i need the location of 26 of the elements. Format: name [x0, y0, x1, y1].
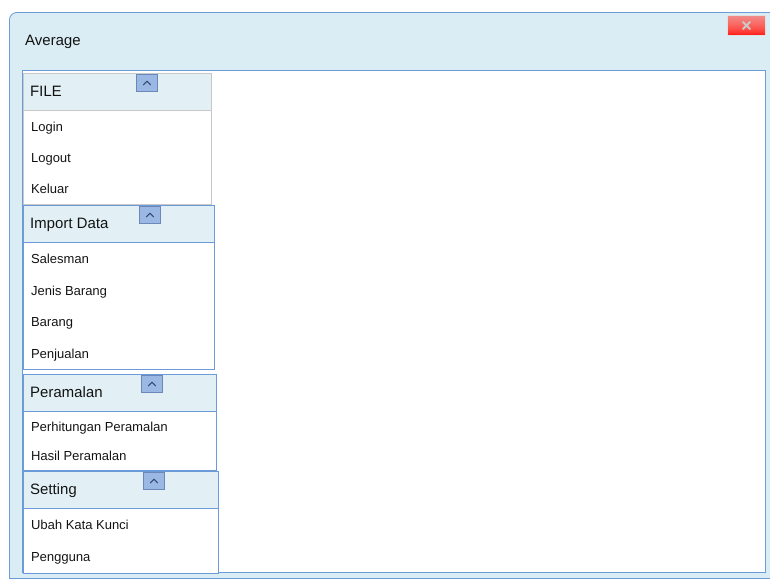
section-header[interactable]: Import Data: [24, 206, 214, 243]
menu-item[interactable]: Pengguna: [31, 547, 90, 567]
menu-item[interactable]: Login: [31, 116, 63, 136]
menu-item[interactable]: Salesman: [31, 249, 89, 268]
section-title: FILE: [30, 82, 62, 102]
close-button[interactable]: [727, 15, 766, 36]
section-header[interactable]: Peramalan: [24, 375, 216, 412]
menu-item[interactable]: Penjualan: [31, 344, 89, 363]
menu-item[interactable]: Perhitungan Peramalan: [31, 416, 168, 436]
collapse-button[interactable]: [136, 74, 158, 92]
collapse-button[interactable]: [143, 472, 165, 490]
menu-item[interactable]: Keluar: [31, 178, 69, 198]
menu-item[interactable]: Barang: [31, 312, 73, 332]
section-title: Setting: [30, 480, 77, 500]
menu-item[interactable]: Jenis Barang: [31, 280, 107, 300]
menu-item[interactable]: Hasil Peramalan: [31, 446, 126, 466]
collapse-button[interactable]: [141, 375, 163, 393]
section-title: Import Data: [30, 214, 108, 234]
section-header[interactable]: FILE: [24, 74, 211, 111]
close-icon: [740, 19, 753, 32]
collapse-button[interactable]: [139, 206, 161, 224]
menu-item[interactable]: Ubah Kata Kunci: [31, 515, 129, 535]
menu-item[interactable]: Logout: [31, 148, 71, 168]
window-title: Average: [25, 31, 81, 52]
section-title: Peramalan: [30, 382, 103, 403]
section-header[interactable]: Setting: [24, 472, 218, 509]
